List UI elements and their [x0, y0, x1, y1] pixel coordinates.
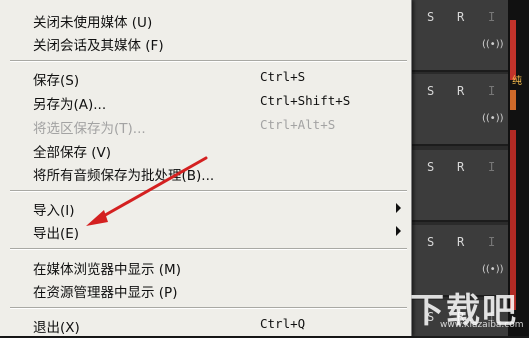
track-1[interactable]: S R I ((•)) — [410, 0, 510, 72]
menu-item-save-selection-as: 将选区保存为(T)... Ctrl+Alt+S — [0, 115, 410, 137]
submenu-arrow-icon — [396, 203, 401, 213]
menu-item-close-unused-media[interactable]: 关闭未使用媒体 (U) — [0, 9, 410, 31]
menu-item-save-as[interactable]: 另存为(A)... Ctrl+Shift+S — [0, 91, 410, 113]
track-3[interactable]: S R I — [410, 150, 510, 222]
solo-button[interactable]: S — [427, 84, 434, 98]
menu-item-shortcut: Ctrl+Alt+S — [260, 117, 336, 132]
menu-item-label: 关闭会话及其媒体 (F) — [33, 38, 164, 54]
menu-item-save-all-audio-as-batch[interactable]: 将所有音频保存为批处理(B)... — [0, 162, 410, 184]
menu-item-label: 全部保存 (V) — [33, 145, 112, 161]
meter-bar — [510, 90, 516, 110]
meter-bar — [510, 20, 516, 80]
record-button[interactable]: R — [457, 10, 464, 24]
menu-item-label: 导入(I) — [33, 203, 75, 219]
menu-item-exit[interactable]: 退出(X) Ctrl+Q — [0, 314, 410, 336]
menu-separator — [10, 307, 407, 309]
monitor-icon[interactable]: ((•)) — [482, 113, 504, 124]
menu-item-shortcut: Ctrl+Q — [260, 316, 306, 331]
menu-item-label: 导出(E) — [33, 226, 80, 242]
menu-item-label: 将选区保存为(T)... — [33, 121, 146, 137]
menu-item-label: 另存为(A)... — [33, 97, 107, 113]
monitor-icon[interactable]: ((•)) — [482, 39, 504, 50]
solo-button[interactable]: S — [427, 160, 434, 174]
menu-item-label: 将所有音频保存为批处理(B)... — [33, 168, 215, 184]
record-button[interactable]: R — [457, 84, 464, 98]
menu-item-label: 保存(S) — [33, 73, 80, 89]
menu-item-shortcut: Ctrl+Shift+S — [260, 93, 351, 108]
watermark-url: www.xiazaiba.com — [440, 320, 524, 330]
input-button[interactable]: I — [488, 235, 495, 249]
menu-item-label: 关闭未使用媒体 (U) — [33, 15, 153, 31]
track-2[interactable]: S R I ((•)) — [410, 74, 510, 146]
menu-item-show-in-explorer[interactable]: 在资源管理器中显示 (P) — [0, 279, 410, 301]
menu-separator — [10, 248, 407, 250]
menu-separator — [10, 60, 407, 62]
menu-separator — [10, 190, 407, 192]
menu-item-export[interactable]: 导出(E) — [0, 220, 410, 242]
record-button[interactable]: R — [457, 235, 464, 249]
menu-item-shortcut: Ctrl+S — [260, 69, 306, 84]
menu-item-save[interactable]: 保存(S) Ctrl+S — [0, 67, 410, 89]
menu-item-label: 退出(X) — [33, 320, 80, 336]
solo-button[interactable]: S — [427, 10, 434, 24]
menu-item-close-session-and-media[interactable]: 关闭会话及其媒体 (F) — [0, 32, 410, 54]
file-menu: 关闭未使用媒体 (U) 关闭会话及其媒体 (F) 保存(S) Ctrl+S 另存… — [0, 0, 412, 336]
menu-item-import[interactable]: 导入(I) — [0, 197, 410, 219]
submenu-arrow-icon — [396, 226, 401, 236]
solo-button[interactable]: S — [427, 235, 434, 249]
menu-item-label: 在媒体浏览器中显示 (M) — [33, 262, 181, 278]
input-button[interactable]: I — [488, 84, 495, 98]
input-button[interactable]: I — [488, 10, 495, 24]
menu-item-show-in-media-browser[interactable]: 在媒体浏览器中显示 (M) — [0, 256, 410, 278]
monitor-icon[interactable]: ((•)) — [482, 264, 504, 275]
menu-item-save-all[interactable]: 全部保存 (V) — [0, 139, 410, 161]
input-button[interactable]: I — [488, 160, 495, 174]
record-button[interactable]: R — [457, 160, 464, 174]
side-label: 纯 — [512, 76, 522, 87]
menu-item-label: 在资源管理器中显示 (P) — [33, 285, 178, 301]
